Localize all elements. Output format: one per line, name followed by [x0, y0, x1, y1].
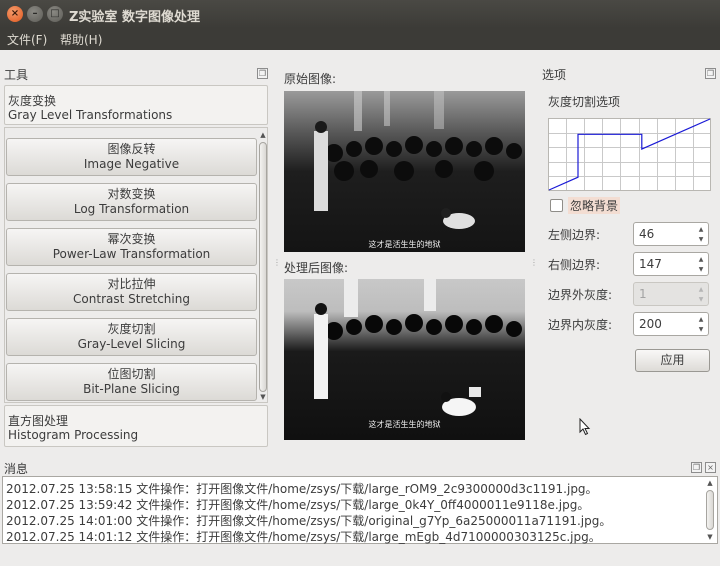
title-bar: × – □ Z实验室 数字图像处理 [0, 0, 720, 28]
gray-level-slicing-en: Gray-Level Slicing [77, 337, 186, 351]
inside-gray-spinbox[interactable]: 200 ▲ ▼ [633, 312, 709, 336]
scroll-down-arrow-icon[interactable]: ▼ [258, 392, 268, 402]
spin-down-arrow-icon[interactable]: ▼ [697, 325, 705, 334]
histogram-processing-group[interactable]: 直方图处理 Histogram Processing [4, 405, 268, 447]
contrast-stretching-en: Contrast Stretching [73, 292, 190, 306]
power-law-transformation-button[interactable]: 幂次变换 Power-Law Transformation [6, 228, 257, 266]
gray-slicing-options-title: 灰度切割选项 [548, 95, 621, 109]
gray-slicing-curve [548, 118, 711, 191]
right-boundary-value: 147 [639, 257, 662, 271]
inside-gray-value: 200 [639, 317, 662, 331]
processed-image-graphic [284, 279, 525, 440]
contrast-stretching-cn: 对比拉伸 [107, 277, 156, 291]
spin-down-arrow-icon: ▼ [698, 296, 704, 303]
original-image-caption: 这才是活生生的地狱 [368, 240, 441, 249]
contrast-stretching-button[interactable]: 对比拉伸 Contrast Stretching [6, 273, 257, 311]
inside-gray-label: 边界内灰度: [548, 318, 613, 332]
log-transformation-button[interactable]: 对数变换 Log Transformation [6, 183, 257, 221]
gray-level-slicing-cn: 灰度切割 [107, 322, 156, 336]
menu-file[interactable]: 文件(F) [7, 31, 47, 48]
tool-button-list: 图像反转 Image Negative 对数变换 Log Transformat… [4, 127, 268, 403]
mouse-cursor-icon [579, 418, 591, 436]
tools-panel-float-icon[interactable]: ❐ [257, 68, 268, 79]
power-law-transformation-en: Power-Law Transformation [52, 247, 211, 261]
message-line: 2012.07.25 14:01:00 文件操作：打开图像文件/home/zsy… [6, 514, 612, 528]
original-image-label: 原始图像: [284, 72, 337, 86]
image-negative-cn: 图像反转 [107, 142, 156, 156]
messages-scroll-thumb[interactable] [706, 490, 714, 530]
gray-level-transformations-en: Gray Level Transformations [8, 108, 173, 122]
scroll-up-arrow-icon[interactable]: ▲ [258, 130, 268, 140]
left-boundary-label: 左侧边界: [548, 228, 601, 242]
ignore-background-label[interactable]: 忽略背景 [568, 197, 621, 214]
histogram-processing-cn: 直方图处理 [8, 414, 69, 428]
messages-scrollbar[interactable]: ▲ ▼ [705, 478, 715, 542]
spin-up-arrow-icon[interactable]: ▲ [697, 315, 705, 324]
tools-scroll-thumb[interactable] [259, 142, 267, 392]
power-law-transformation-cn: 幂次变换 [107, 232, 156, 246]
left-boundary-spinbox[interactable]: 46 ▲ ▼ [633, 222, 709, 246]
tools-scrollbar[interactable]: ▲ ▼ [258, 130, 268, 402]
log-transformation-en: Log Transformation [73, 202, 190, 216]
tools-panel-header: 工具 [4, 68, 29, 82]
right-splitter-handle[interactable]: ⋮ [530, 258, 538, 267]
processed-image-caption: 这才是活生生的地狱 [368, 420, 441, 429]
options-panel-float-icon[interactable]: ❐ [705, 68, 716, 79]
image-negative-en: Image Negative [83, 157, 180, 171]
image-negative-button[interactable]: 图像反转 Image Negative [6, 138, 257, 176]
original-image: 这才是活生生的地狱 [284, 91, 525, 252]
window-title: Z实验室 数字图像处理 [69, 10, 200, 25]
log-transformation-cn: 对数变换 [107, 187, 156, 201]
right-boundary-label: 右侧边界: [548, 258, 601, 272]
bit-plane-slicing-cn: 位图切割 [107, 367, 156, 381]
gray-level-transformations-group[interactable]: 灰度变换 Gray Level Transformations [4, 85, 268, 125]
original-image-graphic [284, 91, 525, 252]
bit-plane-slicing-en: Bit-Plane Slicing [83, 382, 180, 396]
close-window-button[interactable]: × [7, 6, 23, 22]
left-boundary-value: 46 [639, 227, 655, 241]
message-line: 2012.07.25 13:59:42 文件操作：打开图像文件/home/zsy… [6, 498, 590, 512]
outside-gray-label: 边界外灰度: [548, 288, 613, 302]
menu-help[interactable]: 帮助(H) [60, 31, 102, 48]
options-panel-header: 选项 [542, 68, 567, 82]
outside-gray-spinbox: 1 ▲ ▼ [633, 282, 709, 306]
message-line: 2012.07.25 14:01:12 文件操作：打开图像文件/home/zsy… [6, 530, 601, 544]
messages-panel-close-icon[interactable]: × [705, 462, 716, 473]
menu-bar: 文件(F) 帮助(H) [0, 28, 720, 50]
scroll-down-arrow-icon[interactable]: ▼ [705, 532, 715, 542]
messages-log[interactable]: 2012.07.25 13:58:15 文件操作：打开图像文件/home/zsy… [2, 476, 718, 544]
spin-down-arrow-icon[interactable]: ▼ [697, 235, 705, 244]
messages-panel-header: 消息 [4, 462, 29, 476]
message-line: 2012.07.25 13:58:15 文件操作：打开图像文件/home/zsy… [6, 482, 598, 496]
histogram-processing-en: Histogram Processing [8, 428, 139, 442]
scroll-up-arrow-icon[interactable]: ▲ [705, 478, 715, 488]
apply-button[interactable]: 应用 [635, 349, 710, 372]
bit-plane-slicing-button[interactable]: 位图切割 Bit-Plane Slicing [6, 363, 257, 401]
spin-up-arrow-icon: ▲ [698, 286, 704, 293]
gray-level-slicing-button[interactable]: 灰度切割 Gray-Level Slicing [6, 318, 257, 356]
minimize-window-button[interactable]: – [27, 6, 43, 22]
processed-image: 这才是活生生的地狱 [284, 279, 525, 440]
processed-image-label: 处理后图像: [284, 261, 349, 275]
maximize-window-button[interactable]: □ [47, 6, 63, 22]
right-boundary-spinbox[interactable]: 147 ▲ ▼ [633, 252, 709, 276]
spin-up-arrow-icon[interactable]: ▲ [697, 255, 705, 264]
messages-panel-float-icon[interactable]: ❐ [691, 462, 702, 473]
left-splitter-handle[interactable]: ⋮ [273, 258, 281, 267]
ignore-background-checkbox[interactable] [550, 199, 563, 212]
spin-down-arrow-icon[interactable]: ▼ [697, 265, 705, 274]
outside-gray-value: 1 [639, 287, 647, 301]
spin-up-arrow-icon[interactable]: ▲ [697, 225, 705, 234]
gray-level-transformations-cn: 灰度变换 [8, 94, 57, 108]
